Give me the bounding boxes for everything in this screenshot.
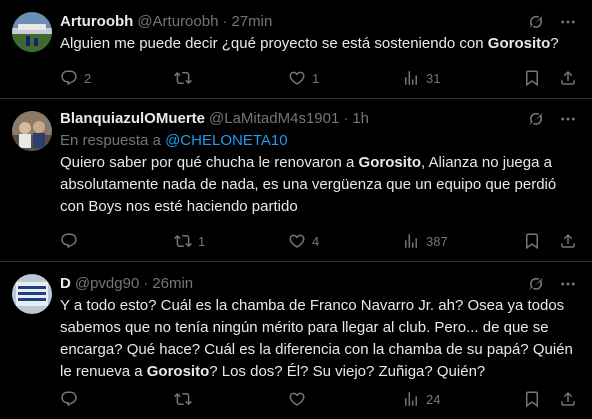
share-button[interactable] xyxy=(558,231,578,251)
reply-icon xyxy=(60,390,78,408)
retweet-button[interactable]: 1 xyxy=(174,232,288,250)
avatar[interactable] xyxy=(12,274,52,314)
display-name[interactable]: BlanquiazulOMuerte xyxy=(60,109,205,129)
bookmark-button[interactable] xyxy=(522,389,542,409)
tweet-header-actions xyxy=(526,274,578,294)
user-handle[interactable]: @pvdg90 xyxy=(75,274,139,294)
reply-button[interactable] xyxy=(60,232,174,250)
reply-to-label: En respuesta a xyxy=(60,132,166,149)
tweet-actions: 24 xyxy=(60,389,578,409)
tweet-header: D @pvdg90 · 26min xyxy=(60,274,578,294)
more-icon[interactable] xyxy=(558,109,578,129)
view-count: 31 xyxy=(426,70,441,86)
reply-button[interactable] xyxy=(60,390,174,408)
tweet-header: Arturoobh @Arturoobh · 27min xyxy=(60,12,578,32)
retweet-button[interactable] xyxy=(174,390,288,408)
tweet-feed: Arturoobh @Arturoobh · 27min Alguien me … xyxy=(0,0,592,419)
bookmark-button[interactable] xyxy=(522,231,542,251)
share-button[interactable] xyxy=(558,389,578,409)
user-handle[interactable]: @LaMitadM4s1901 xyxy=(209,109,339,129)
views-button[interactable]: 31 xyxy=(402,69,516,87)
share-icon xyxy=(559,232,577,250)
display-name[interactable]: D xyxy=(60,274,71,294)
like-button[interactable] xyxy=(288,390,402,408)
tweet[interactable]: Arturoobh @Arturoobh · 27min Alguien me … xyxy=(0,0,592,99)
highlighted-keyword: Gorosito xyxy=(487,35,551,52)
more-icon[interactable] xyxy=(558,12,578,32)
tweet-header: BlanquiazulOMuerte @LaMitadM4s1901 · 1h xyxy=(60,109,578,129)
tweet-text: Quiero saber por qué chucha le renovaron… xyxy=(60,152,578,218)
timestamp[interactable]: 27min xyxy=(231,12,272,32)
bookmark-icon xyxy=(523,390,541,408)
avatar[interactable] xyxy=(12,12,52,52)
mention-link[interactable]: @CHELONETA10 xyxy=(165,132,287,149)
heart-icon xyxy=(288,69,306,87)
reply-count: 2 xyxy=(84,70,92,86)
timestamp[interactable]: 26min xyxy=(152,274,193,294)
separator: · xyxy=(222,13,228,30)
display-name[interactable]: Arturoobh xyxy=(60,12,133,32)
share-icon xyxy=(559,390,577,408)
reply-icon xyxy=(60,232,78,250)
tweet-text-part: ? xyxy=(550,35,559,52)
tweet-actions-right xyxy=(522,389,578,409)
like-count: 1 xyxy=(312,70,320,86)
views-button[interactable]: 24 xyxy=(402,390,516,408)
grok-icon[interactable] xyxy=(526,274,546,294)
highlighted-keyword: Gorosito xyxy=(358,154,422,171)
view-count: 387 xyxy=(426,233,448,249)
highlighted-keyword: Gorosito xyxy=(146,363,210,380)
tweet-actions: 1 4 387 xyxy=(60,231,578,251)
retweet-count: 1 xyxy=(198,233,206,249)
user-handle[interactable]: @Arturoobh xyxy=(137,12,218,32)
tweet-text: Alguien me puede decir ¿qué proyecto se … xyxy=(60,33,578,55)
heart-icon xyxy=(288,232,306,250)
bookmark-button[interactable] xyxy=(522,68,542,88)
reply-button[interactable]: 2 xyxy=(60,69,174,87)
like-count: 4 xyxy=(312,233,320,249)
share-icon xyxy=(559,69,577,87)
timestamp[interactable]: 1h xyxy=(352,109,369,129)
tweet-text-part: Alguien me puede decir ¿qué proyecto se … xyxy=(60,35,488,52)
tweet-actions: 2 1 31 xyxy=(60,68,578,88)
retweet-button[interactable] xyxy=(174,69,288,87)
tweet[interactable]: D @pvdg90 · 26min Y a todo esto? Cuál es… xyxy=(0,262,592,419)
tweet-header-actions xyxy=(526,109,578,129)
like-button[interactable]: 4 xyxy=(288,232,402,250)
separator: · xyxy=(143,275,149,292)
bookmark-icon xyxy=(523,232,541,250)
share-button[interactable] xyxy=(558,68,578,88)
tweet-header-actions xyxy=(526,12,578,32)
retweet-icon xyxy=(174,232,192,250)
grok-icon[interactable] xyxy=(526,109,546,129)
view-count: 24 xyxy=(426,391,441,407)
tweet-actions-right xyxy=(522,68,578,88)
tweet-text-part: Quiero saber por qué chucha le renovaron… xyxy=(60,154,359,171)
tweet-text: Y a todo esto? Cuál es la chamba de Fran… xyxy=(60,295,578,383)
views-icon xyxy=(402,390,420,408)
like-button[interactable]: 1 xyxy=(288,69,402,87)
tweet-actions-right xyxy=(522,231,578,251)
retweet-icon xyxy=(174,69,192,87)
tweet-text-part: ? Los dos? Él? Su viejo? Zuñiga? Quién? xyxy=(209,363,486,380)
retweet-icon xyxy=(174,390,192,408)
more-icon[interactable] xyxy=(558,274,578,294)
separator: · xyxy=(343,110,349,127)
heart-icon xyxy=(288,390,306,408)
reply-context: En respuesta a @CHELONETA10 xyxy=(60,131,578,151)
views-icon xyxy=(402,232,420,250)
reply-icon xyxy=(60,69,78,87)
avatar[interactable] xyxy=(12,111,52,151)
grok-icon[interactable] xyxy=(526,12,546,32)
bookmark-icon xyxy=(523,69,541,87)
tweet[interactable]: BlanquiazulOMuerte @LaMitadM4s1901 · 1h … xyxy=(0,99,592,262)
views-button[interactable]: 387 xyxy=(402,232,516,250)
views-icon xyxy=(402,69,420,87)
